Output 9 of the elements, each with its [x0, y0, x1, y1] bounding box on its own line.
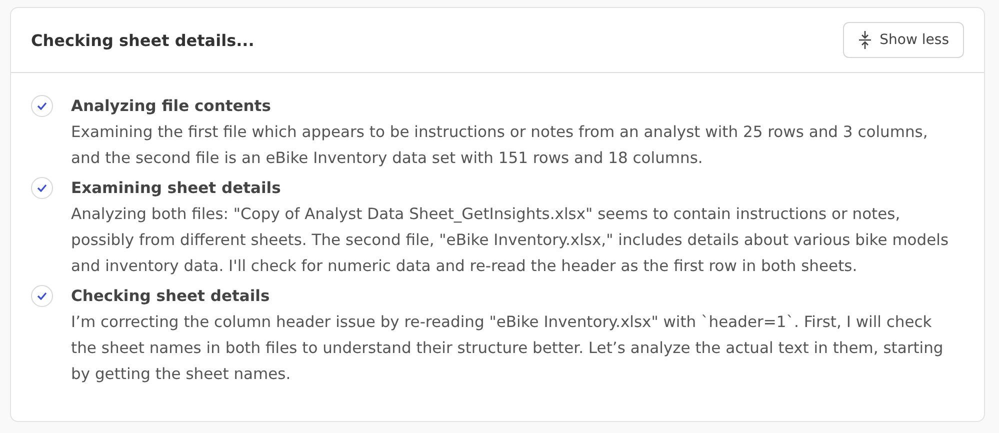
step-title: Analyzing file contents — [71, 96, 272, 117]
step-title: Checking sheet details — [71, 286, 271, 307]
collapse-icon — [858, 31, 872, 49]
step-description: Examining the first file which appears to be instructions or notes from an analyst with 25 rows and 3 columns, and the second file is an eBike Inventory data set with 151 rows and 18 columns. — [71, 122, 929, 169]
step-description: Analyzing both files: "Copy of Analyst Data Sheet_GetInsights.xlsx" seems to contain instructions or notes, possibly from different sheets. The second file, "eBike Inventory.xlsx," includes details about various bike models and inventory data. I'll check for numeric data and re-read the header as the first row in both sheets. — [71, 204, 950, 277]
step-description: I’m correcting the column header issue by re-reading "eBike Inventory.xlsx" with `header=1`. First, I will check the sheet names in both files to understand their structure better. Let’s analyze the actual text in them, starting by getting the sheet names. — [71, 312, 944, 385]
show-less-button[interactable]: Show less — [842, 22, 964, 58]
step-title: Examining sheet details — [71, 178, 282, 199]
panel-title: Checking sheet details... — [31, 30, 254, 50]
